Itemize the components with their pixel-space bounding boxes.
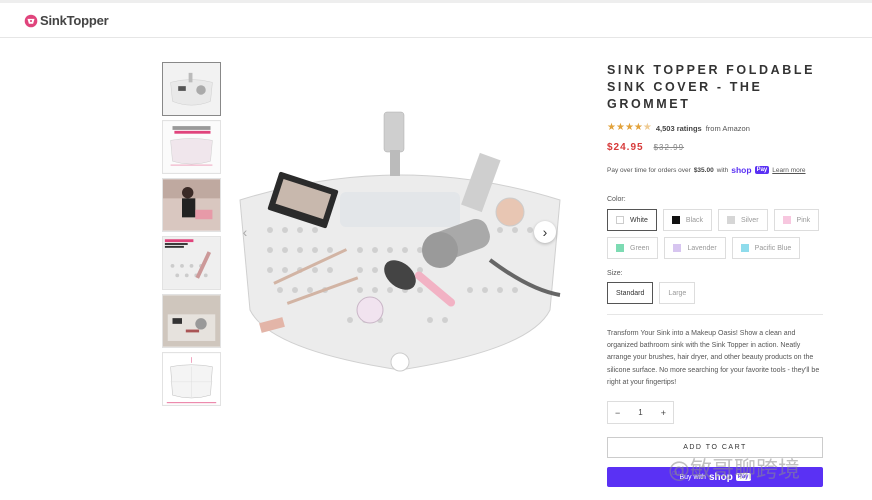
- star-rating: ★ ★ ★ ★ ★: [607, 123, 652, 133]
- installments-threshold: $35.00: [693, 166, 714, 174]
- color-name: Lavender: [687, 244, 717, 252]
- installments-with: with: [716, 166, 729, 174]
- color-name: Silver: [741, 216, 759, 224]
- size-options: Standard Large: [607, 282, 823, 304]
- increase-quantity-button[interactable]: +: [661, 408, 666, 418]
- size-option-standard[interactable]: Standard: [607, 282, 654, 304]
- star-icon: ★: [607, 122, 616, 133]
- brand-name: SinkTopper: [40, 13, 109, 28]
- thumb-dimensions[interactable]: [162, 352, 221, 406]
- half-star-icon: ★: [642, 122, 652, 133]
- dimensions-image: [163, 353, 220, 405]
- color-option-black[interactable]: Black: [662, 209, 713, 231]
- star-icon: ★: [633, 122, 643, 133]
- color-dot: [782, 216, 791, 224]
- color-dot: [671, 216, 680, 224]
- price-row: $24.95 $32.99: [607, 142, 823, 153]
- shop-pay-logo-icon: shop: [731, 165, 752, 175]
- size-option-large[interactable]: Large: [659, 282, 696, 304]
- rating-count[interactable]: 4,503 ratings: [656, 124, 702, 133]
- star-icon: ★: [615, 122, 625, 133]
- color-dot: [616, 244, 624, 252]
- color-dot: [740, 244, 749, 252]
- site-logo[interactable]: SinkTopper: [24, 13, 109, 28]
- decrease-quantity-button[interactable]: −: [615, 408, 620, 418]
- woman-using-image: [163, 179, 220, 231]
- size-diagram-image: [163, 121, 220, 173]
- prev-image-arrow-icon[interactable]: ‹: [234, 221, 256, 243]
- color-name: White: [630, 216, 648, 224]
- color-dot: [673, 244, 682, 252]
- color-name: Pacific Blue: [754, 244, 792, 252]
- rating-source: from Amazon: [705, 123, 750, 133]
- product-description: Transform Your Sink into a Makeup Oasis!…: [607, 330, 820, 386]
- color-option-silver[interactable]: Silver: [718, 209, 768, 231]
- textured-surface-image: [163, 237, 220, 289]
- sink-topper-logo-icon: [24, 14, 38, 27]
- pay-badge: Pay: [754, 166, 770, 174]
- product-title: SINK TOPPER FOLDABLE SINK COVER - THE GR…: [607, 63, 816, 111]
- star-icon: ★: [624, 122, 634, 133]
- thumb-sink-overview[interactable]: [162, 62, 221, 116]
- lifestyle-image: [163, 295, 220, 347]
- thumb-size-diagram[interactable]: [162, 120, 221, 174]
- thumb-lifestyle[interactable]: [162, 294, 221, 348]
- color-name: Green: [630, 244, 650, 252]
- color-option-green[interactable]: Green: [607, 237, 659, 259]
- site-header: SinkTopper: [0, 0, 872, 38]
- color-option-white[interactable]: White: [607, 209, 657, 231]
- rating-row: ★ ★ ★ ★ ★ 4,503 ratings from Amazon: [607, 123, 823, 133]
- sale-price: $24.95: [607, 142, 644, 153]
- thumb-woman-using[interactable]: [162, 178, 221, 232]
- quantity-value[interactable]: 1: [638, 408, 642, 417]
- color-option-pacific-blue[interactable]: Pacific Blue: [731, 237, 801, 259]
- quantity-stepper: − 1 +: [607, 401, 674, 425]
- color-name: Black: [685, 216, 704, 224]
- compare-price: $32.99: [653, 143, 685, 152]
- color-dot: [727, 216, 736, 224]
- learn-more-link[interactable]: Learn more: [772, 167, 805, 174]
- color-swatches: White Black Silver Pink Green Lavender P…: [607, 209, 823, 259]
- sink-overview-image: [163, 63, 220, 115]
- divider: [607, 314, 823, 315]
- watermark-text: @敏哥聊跨境: [668, 458, 801, 483]
- thumb-textured-surface[interactable]: [162, 236, 221, 290]
- installments-text: Pay over time for orders over: [607, 166, 691, 174]
- color-option-lavender[interactable]: Lavender: [664, 237, 726, 259]
- product-info: SINK TOPPER FOLDABLE SINK COVER - THE GR…: [607, 62, 823, 488]
- thumbnail-gallery: [162, 62, 222, 410]
- next-image-arrow-icon[interactable]: ›: [534, 221, 556, 243]
- color-name: Pink: [796, 216, 811, 224]
- shop-pay-installments: Pay over time for orders over $35.00 wit…: [607, 165, 823, 175]
- main-product-image: [230, 100, 570, 390]
- sink-topper-product-image: [239, 111, 561, 372]
- color-label: Color:: [607, 196, 626, 203]
- size-label: Size:: [607, 270, 623, 277]
- color-dot: [616, 216, 624, 224]
- color-option-pink[interactable]: Pink: [773, 209, 820, 231]
- watermark-small: du: [672, 470, 680, 477]
